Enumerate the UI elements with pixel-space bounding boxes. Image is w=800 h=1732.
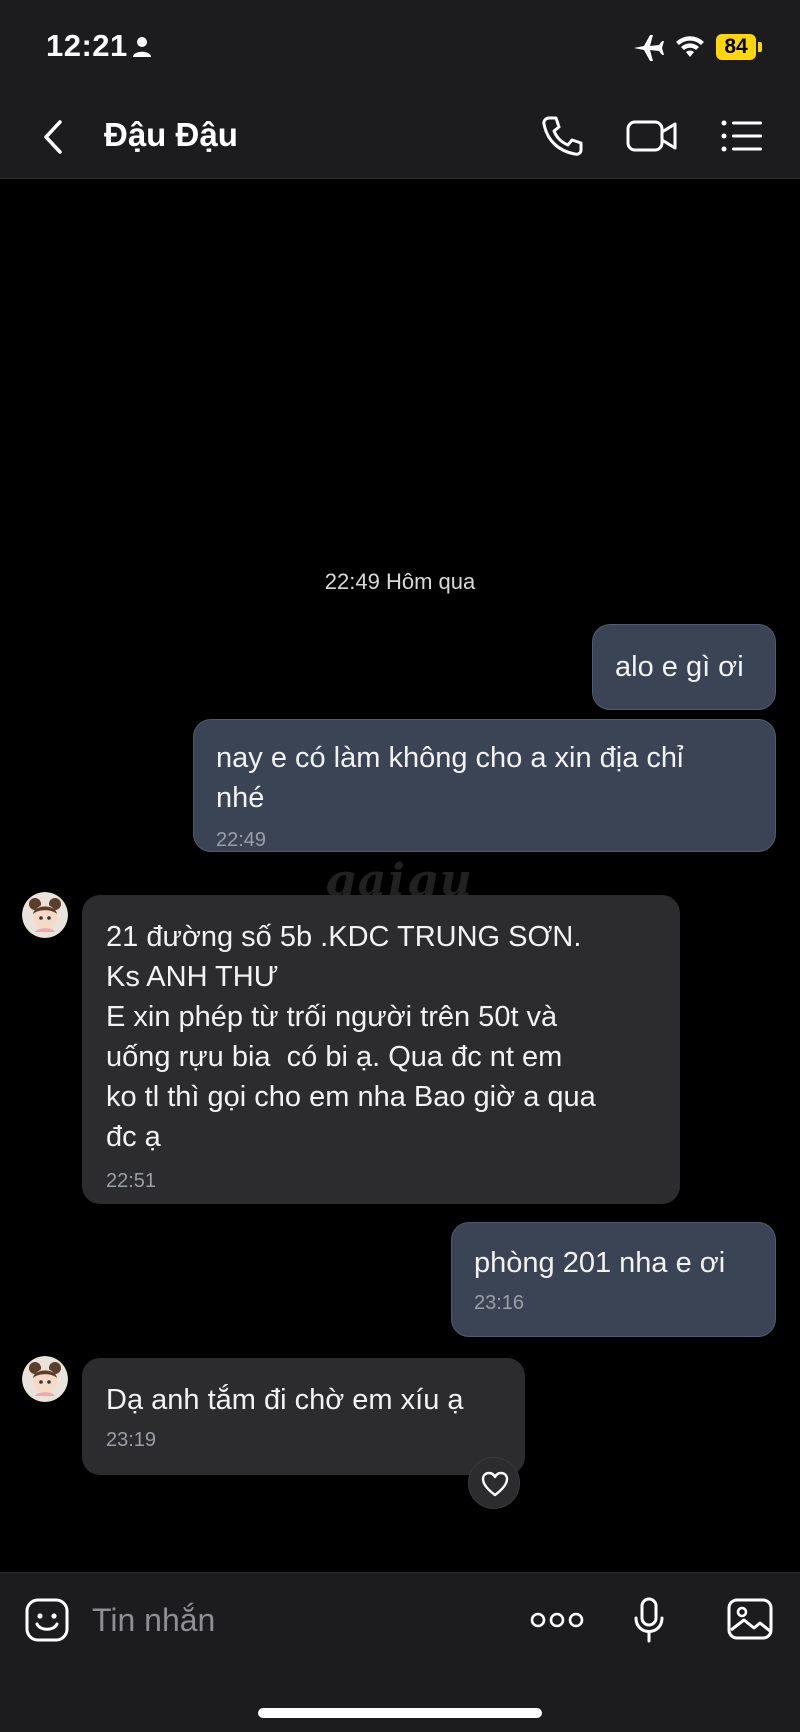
image-icon[interactable]	[726, 1597, 774, 1641]
more-icon[interactable]	[530, 1609, 584, 1631]
chat-header: Đậu Đậu	[0, 96, 800, 179]
day-separator: 22:49 Hôm qua	[324, 569, 476, 594]
message-bubble-incoming[interactable]: Dạ anh tắm đi chờ em xíu ạ 23:19	[82, 1358, 525, 1475]
message-text: 21 đường số 5b .KDC TRUNG SƠN. Ks ANH TH…	[106, 921, 596, 1153]
message-bubble-outgoing[interactable]: phòng 201 nha e ơi 23:16	[451, 1222, 776, 1337]
battery-icon: 84	[716, 34, 756, 60]
chevron-left-icon[interactable]	[40, 118, 66, 156]
message-bubble-incoming[interactable]: 21 đường số 5b .KDC TRUNG SƠN. Ks ANH TH…	[82, 895, 680, 1204]
airplane-icon	[634, 35, 664, 61]
message-text: Dạ anh tắm đi chờ em xíu ạ	[106, 1384, 464, 1416]
message-time: 23:19	[106, 1429, 157, 1451]
person-icon	[133, 37, 151, 57]
message-bubble-outgoing[interactable]: alo e gì ơi	[592, 624, 776, 710]
message-time: 22:51	[106, 1170, 157, 1192]
message-text: phòng 201 nha e ơi	[474, 1247, 726, 1279]
home-indicator	[258, 1708, 542, 1718]
message-bubble-outgoing[interactable]: nay e có làm không cho a xin địa chỉ nhé…	[193, 719, 776, 852]
list-menu-icon[interactable]	[720, 116, 764, 156]
video-call-icon[interactable]	[626, 116, 678, 156]
message-input[interactable]	[92, 1595, 512, 1645]
message-time: 23:16	[474, 1292, 525, 1314]
message-text: alo e gì ơi	[615, 651, 744, 683]
message-list[interactable]: 22:49 Hôm qua alo e gì ơi nay e có làm k…	[0, 179, 800, 1571]
sticker-icon[interactable]	[24, 1597, 70, 1643]
heart-icon	[481, 1471, 509, 1497]
message-time: 22:49	[216, 829, 267, 851]
avatar[interactable]	[22, 1356, 68, 1402]
composer-bar	[0, 1572, 800, 1732]
battery-tip	[758, 42, 762, 52]
react-heart-button[interactable]	[468, 1457, 520, 1509]
wifi-icon	[676, 36, 704, 57]
microphone-icon[interactable]	[632, 1597, 666, 1643]
message-text: nay e có làm không cho a xin địa chỉ nhé	[216, 742, 684, 814]
status-time: 12:21	[46, 28, 128, 63]
phone-icon[interactable]	[540, 114, 584, 158]
contact-name: Đậu Đậu	[104, 116, 238, 153]
status-bar: 12:21 84	[0, 0, 800, 96]
avatar[interactable]	[22, 892, 68, 938]
